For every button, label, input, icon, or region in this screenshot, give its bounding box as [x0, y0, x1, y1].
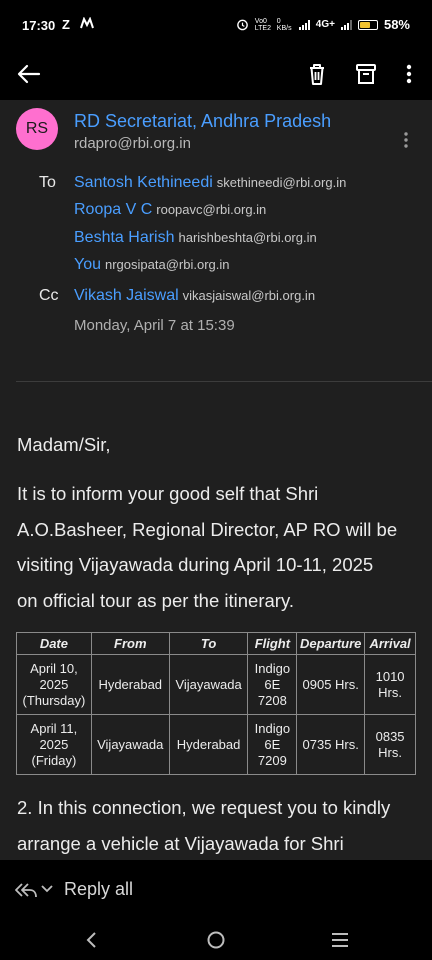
- table-row: April 10, 2025 (Thursday) Hyderabad Vija…: [16, 654, 416, 715]
- battery-icon: [357, 19, 378, 30]
- signal-strength-2-icon: [340, 19, 352, 30]
- recipient-name[interactable]: Roopa V C: [74, 201, 152, 218]
- system-nav-bar: [0, 920, 432, 960]
- status-bar: 17:30 Z Vo0 LTE2 0 KB/s 4G+ 58%: [0, 0, 432, 50]
- paragraph-line: 2. In this connection, we request you to…: [17, 797, 391, 818]
- table-cell: April 11, 2025 (Friday): [16, 714, 92, 775]
- column-header: Flight: [247, 632, 298, 655]
- table-cell: Hyderabad: [90, 654, 170, 715]
- column-header: To: [168, 632, 249, 655]
- recipient-email: nrgosipata@rbi.org.in: [105, 257, 230, 272]
- chevron-down-icon[interactable]: [40, 882, 54, 896]
- more-vert-icon[interactable]: [394, 59, 424, 89]
- notification-z-icon: Z: [62, 17, 70, 32]
- top-app-bar: [0, 50, 432, 100]
- header-divider: [16, 381, 432, 382]
- nav-recents-icon[interactable]: [328, 928, 352, 952]
- column-header: Departure: [296, 632, 366, 655]
- reply-bar[interactable]: Reply all: [0, 860, 432, 920]
- network-label: Vo0 LTE2: [254, 17, 271, 32]
- column-header: From: [90, 632, 170, 655]
- reply-all-icon[interactable]: [14, 878, 38, 902]
- table-cell: 0905 Hrs.: [296, 654, 366, 715]
- column-header: Date: [16, 632, 92, 655]
- alarm-icon: [236, 19, 248, 31]
- network-type: 4G+: [315, 19, 335, 30]
- nav-home-icon[interactable]: [204, 928, 228, 952]
- speed-label: 0 KB/s: [276, 17, 292, 32]
- email-date: Monday, April 7 at 15:39: [74, 317, 235, 334]
- table-cell: 0835 Hrs.: [364, 714, 416, 775]
- cc-label: Cc: [39, 287, 59, 304]
- table-row: April 11, 2025 (Friday) Vijayawada Hyder…: [16, 714, 416, 775]
- recipient-name[interactable]: Santosh Kethineedi: [74, 174, 213, 191]
- delete-icon[interactable]: [302, 59, 332, 89]
- message-more-icon[interactable]: [402, 130, 410, 150]
- table-cell: Vijayawada: [168, 654, 249, 715]
- email-content: RS RD Secretariat, Andhra Pradesh rdapro…: [0, 100, 432, 860]
- table-cell: Indigo 6E 7208: [247, 654, 298, 715]
- back-arrow-icon[interactable]: [14, 59, 44, 89]
- signal-strength-icon: [298, 19, 310, 30]
- greeting: Madam/Sir,: [17, 434, 111, 455]
- cc-name[interactable]: Vikash Jaiswal: [74, 287, 179, 304]
- reply-all-button[interactable]: Reply all: [64, 879, 133, 900]
- battery-percent: 58%: [383, 17, 410, 32]
- recipient-name[interactable]: Beshta Harish: [74, 229, 175, 246]
- table-header-row: Date From To Flight Departure Arrival: [16, 632, 416, 655]
- table-cell: Hyderabad: [168, 714, 249, 775]
- table-cell: Vijayawada: [90, 714, 170, 775]
- recipient-email: skethineedi@rbi.org.in: [216, 175, 347, 190]
- paragraph-line: visiting Vijayawada during April 10-11, …: [17, 554, 374, 575]
- paragraph-line: on official tour as per the itinerary.: [17, 589, 294, 611]
- paragraph-line: A.O.Basheer, Regional Director, AP RO wi…: [17, 518, 398, 540]
- column-header: Arrival: [364, 632, 416, 655]
- table-cell: Indigo 6E 7209: [247, 714, 298, 775]
- notification-m-icon: [80, 16, 94, 32]
- table-cell: 0735 Hrs.: [296, 714, 366, 775]
- recipient-name[interactable]: You: [74, 256, 101, 273]
- recipient-email: roopavc@rbi.org.in: [156, 202, 267, 217]
- paragraph-2: 2. In this connection, we request you to…: [17, 790, 417, 860]
- paragraph-line: arrange a vehicle at Vijayawada for Shri: [17, 832, 344, 854]
- paragraph-1: It is to inform your good self that Shri…: [17, 476, 417, 618]
- recipient-email: harishbeshta@rbi.org.in: [178, 230, 317, 245]
- nav-back-icon[interactable]: [80, 928, 104, 952]
- table-cell: April 10, 2025 (Thursday): [16, 654, 92, 715]
- paragraph-line: It is to inform your good self that Shri: [17, 483, 319, 504]
- itinerary-table: Date From To Flight Departure Arrival Ap…: [16, 632, 416, 775]
- sender-email: rdapro@rbi.org.in: [74, 135, 191, 152]
- sender-avatar[interactable]: RS: [16, 108, 58, 150]
- status-time: 17:30: [22, 18, 56, 33]
- table-cell: 1010 Hrs.: [364, 654, 416, 715]
- cc-email: vikasjaiswal@rbi.org.in: [182, 288, 316, 303]
- to-label: To: [39, 174, 56, 191]
- archive-icon[interactable]: [351, 59, 381, 89]
- sender-name[interactable]: RD Secretariat, Andhra Pradesh: [74, 111, 331, 132]
